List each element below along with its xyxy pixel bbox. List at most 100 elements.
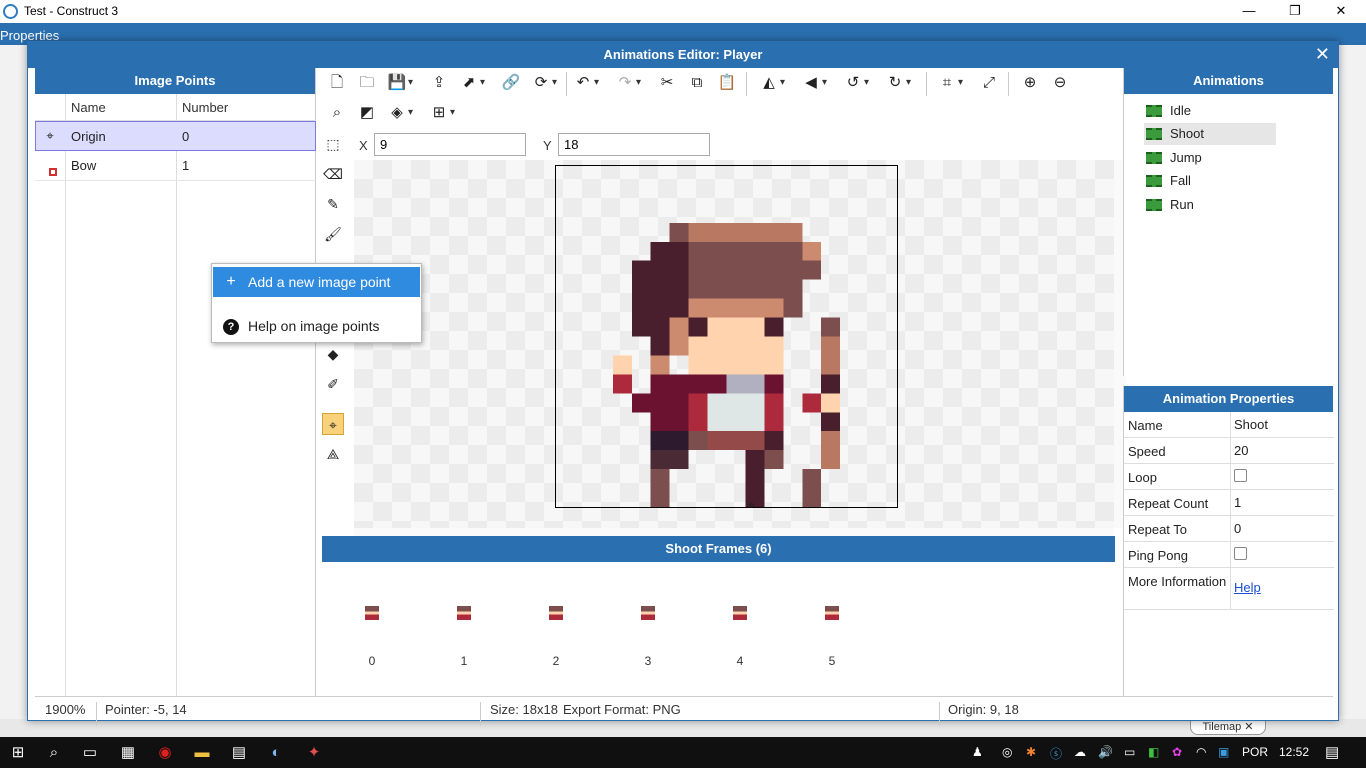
image-point-row-origin[interactable]: ⌖ Origin 0 (35, 121, 316, 151)
tilemap-tab[interactable]: Tilemap ✕ (1190, 719, 1266, 735)
rotate-cw-icon[interactable]: ↻ (884, 72, 911, 94)
search-icon[interactable]: ⌕ (42, 742, 66, 764)
sprite-image[interactable] (555, 165, 898, 508)
notepad-icon[interactable]: ▤ (227, 742, 251, 764)
animation-item-shoot[interactable]: Shoot (1144, 123, 1276, 145)
origin-marker-icon[interactable]: ⌖ (748, 497, 755, 513)
flip-horizontal-icon[interactable]: ◭ (758, 72, 785, 94)
paste-icon[interactable]: 📋 (716, 72, 738, 94)
skype-icon[interactable]: ⓢ (1050, 745, 1062, 762)
crop-icon[interactable]: ⌗ (936, 72, 963, 94)
tray-icon[interactable]: ✱ (1026, 745, 1036, 759)
open-external-icon[interactable]: ⬈ (458, 72, 485, 94)
help-icon: ? (222, 311, 240, 341)
open-folder-icon[interactable]: 🗀 (356, 72, 378, 94)
frame-thumbnail[interactable]: 2 (541, 606, 571, 668)
opera-browser-icon[interactable]: ◉ (153, 742, 177, 764)
color-swatch-icon[interactable]: ◩ (356, 102, 378, 124)
pencil-icon[interactable]: ✎ (322, 193, 344, 215)
question-mark: ? (223, 319, 239, 335)
prop-label: Repeat To (1128, 522, 1188, 537)
animation-item-fall[interactable]: Fall (1144, 170, 1276, 192)
resize-icon[interactable]: ⤢ (978, 72, 1000, 94)
zoom-in-icon[interactable]: ⊕ (1019, 72, 1041, 94)
layers-icon[interactable]: ◈ (386, 102, 413, 124)
frame-thumbnail[interactable]: 1 (449, 606, 479, 668)
keyboard-icon[interactable]: ▭ (1124, 745, 1135, 759)
frame-number: 3 (644, 654, 652, 668)
add-image-point-menu-item[interactable]: + Add a new image point (213, 267, 420, 297)
window-title: Test - Construct 3 (24, 4, 119, 18)
column-header-number[interactable]: Number (182, 100, 228, 115)
undo-icon[interactable]: ↶ (572, 72, 599, 94)
help-image-points-menu-item[interactable]: ? Help on image points (213, 311, 420, 341)
redo-icon[interactable]: ↷ (614, 72, 641, 94)
construct-taskbar-icon[interactable]: ◐ (264, 742, 288, 764)
language-indicator[interactable]: POR (1242, 745, 1268, 759)
volume-icon[interactable]: 🔊 (1098, 745, 1113, 759)
fill-bucket-icon[interactable]: ◆ (322, 343, 344, 365)
column-header-name[interactable]: Name (71, 100, 106, 115)
ping-pong-checkbox[interactable] (1234, 547, 1247, 560)
clock[interactable]: 12:52 (1279, 745, 1309, 759)
cloud-icon[interactable]: ☁ (1074, 745, 1086, 759)
prop-repeat-count-value[interactable]: 1 (1234, 495, 1241, 510)
frames-heading: Shoot Frames (6) (322, 536, 1115, 562)
prop-speed-value[interactable]: 20 (1234, 443, 1248, 458)
grid-icon[interactable]: ⊞ (428, 102, 455, 124)
frame-thumbnail[interactable]: 3 (633, 606, 663, 668)
x-input[interactable] (374, 133, 526, 156)
notifications-icon[interactable]: ▤ (1325, 743, 1339, 761)
collision-polygon-icon[interactable]: ⟁ (322, 443, 344, 465)
file-explorer-icon[interactable]: ▬ (190, 742, 214, 764)
tray-icon[interactable]: ◎ (1002, 745, 1012, 759)
tray-icon[interactable]: ✿ (1172, 745, 1182, 759)
frame-thumbnail[interactable]: 0 (357, 606, 387, 668)
animation-item-idle[interactable]: Idle (1144, 100, 1276, 122)
color-picker-icon[interactable]: ✐ (322, 373, 344, 395)
prop-repeat-to-value[interactable]: 0 (1234, 521, 1241, 536)
prop-name-value[interactable]: Shoot (1234, 417, 1268, 432)
minimize-button[interactable]: — (1226, 0, 1272, 23)
copy-icon[interactable]: ⧉ (686, 72, 708, 94)
export-icon[interactable]: ⇪ (428, 72, 450, 94)
y-input[interactable] (558, 133, 710, 156)
tray-icon[interactable]: ▣ (1218, 745, 1229, 759)
new-file-icon[interactable]: 🗋 (326, 72, 348, 94)
help-link[interactable]: Help (1234, 580, 1261, 595)
game-app-icon[interactable]: ✦ (302, 742, 326, 764)
prop-label: More Information (1128, 574, 1227, 589)
calendar-app-icon[interactable]: ▦ (116, 742, 140, 764)
image-point-tool-icon[interactable]: ⌖ (322, 413, 344, 435)
close-window-button[interactable]: ✕ (1318, 0, 1364, 23)
cut-icon[interactable]: ✂ (656, 72, 678, 94)
windows-start-icon[interactable]: ⊞ (6, 742, 30, 764)
menu-item-label: Help on image points (248, 318, 380, 334)
rectangle-select-icon[interactable]: ⬚ (322, 133, 344, 155)
animation-item-run[interactable]: Run (1144, 194, 1276, 216)
maximize-button[interactable]: ❐ (1272, 0, 1318, 23)
animation-item-jump[interactable]: Jump (1144, 147, 1276, 169)
people-icon[interactable]: ♟ (972, 745, 983, 759)
frame-thumbnail[interactable]: 5 (817, 606, 847, 668)
brush-icon[interactable]: 🖌 (322, 223, 344, 245)
search-icon[interactable]: ⌕ (326, 102, 348, 124)
flip-vertical-icon[interactable]: ◀ (800, 72, 827, 94)
zoom-out-icon[interactable]: ⊖ (1049, 72, 1071, 94)
loop-checkbox[interactable] (1234, 469, 1247, 482)
eraser-icon[interactable]: ⌫ (322, 163, 344, 185)
image-point-name: Origin (71, 129, 106, 144)
task-view-icon[interactable]: ▭ (78, 742, 102, 764)
image-canvas[interactable]: ⌖ (354, 160, 1114, 528)
image-point-row-bow[interactable]: Bow 1 (35, 151, 316, 181)
dialog-close-icon[interactable]: ✕ (1315, 44, 1330, 64)
save-icon[interactable]: 💾 (386, 72, 413, 94)
frame-thumbnail[interactable]: 4 (725, 606, 755, 668)
wifi-icon[interactable]: ◠ (1196, 745, 1206, 759)
link-icon[interactable]: 🔗 (500, 72, 522, 94)
sync-icon[interactable]: ⟳ (530, 72, 557, 94)
pointer-readout: Pointer: -5, 14 (105, 702, 187, 717)
tray-icon[interactable]: ◧ (1148, 745, 1159, 759)
prop-row-repeat-count: Repeat Count 1 (1124, 490, 1334, 516)
rotate-ccw-icon[interactable]: ↺ (842, 72, 869, 94)
